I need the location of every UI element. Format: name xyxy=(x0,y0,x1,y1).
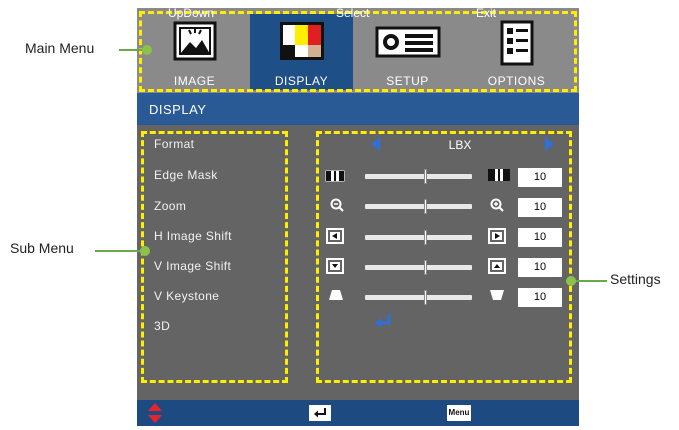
v-image-shift-value: 10 xyxy=(518,258,562,277)
submenu-item-v-image-shift[interactable]: V Image Shift xyxy=(154,259,231,273)
v-image-shift-slider[interactable] xyxy=(365,260,472,275)
edge-mask-slider[interactable] xyxy=(365,169,472,184)
page-header: DISPLAY xyxy=(137,93,579,125)
menu-key-icon: Menu xyxy=(447,405,471,421)
right-arrow-icon[interactable] xyxy=(544,137,554,151)
slider-knob[interactable] xyxy=(424,290,427,305)
main-menu-highlight xyxy=(139,11,577,92)
footer-bar xyxy=(137,400,579,426)
annotation-sub-menu: Sub Menu xyxy=(10,240,74,256)
v-keystone-slider[interactable] xyxy=(365,290,472,305)
annotation-sub-menu-line xyxy=(95,250,142,252)
v-shift-down-icon[interactable] xyxy=(326,258,344,274)
submenu-item-edge-mask[interactable]: Edge Mask xyxy=(154,168,218,182)
zoom-slider[interactable] xyxy=(365,199,472,214)
annotation-main-menu-dot xyxy=(142,45,152,55)
h-image-shift-slider[interactable] xyxy=(365,230,472,245)
submenu-item-3d[interactable]: 3D xyxy=(154,319,170,333)
edge-mask-increase-icon[interactable] xyxy=(487,168,511,182)
v-keystone-value: 10 xyxy=(518,288,562,307)
annotation-sub-menu-dot xyxy=(140,246,150,256)
slider-knob[interactable] xyxy=(424,199,427,214)
footer-select-label: Select xyxy=(336,6,370,20)
annotation-settings-dot xyxy=(566,276,576,286)
edge-mask-value: 10 xyxy=(518,168,562,187)
annotation-main-menu-line xyxy=(119,49,144,51)
left-arrow-icon[interactable] xyxy=(371,137,381,151)
keystone-increase-icon[interactable] xyxy=(489,289,505,301)
h-image-shift-value: 10 xyxy=(518,228,562,247)
annotation-settings-line xyxy=(574,280,607,282)
v-shift-up-icon[interactable] xyxy=(488,258,506,274)
slider-knob[interactable] xyxy=(424,169,427,184)
h-shift-right-icon[interactable] xyxy=(488,228,506,244)
h-shift-left-icon[interactable] xyxy=(326,228,344,244)
enter-key-icon xyxy=(309,405,331,421)
submenu-item-zoom[interactable]: Zoom xyxy=(154,199,186,213)
enter-icon[interactable] xyxy=(372,312,394,332)
edge-mask-decrease-icon[interactable] xyxy=(325,170,345,182)
slider-knob[interactable] xyxy=(424,230,427,245)
page-title: DISPLAY xyxy=(149,102,207,117)
submenu-item-format[interactable]: Format xyxy=(154,137,194,151)
footer-updown-label: UpDown xyxy=(168,6,215,20)
zoom-out-icon[interactable] xyxy=(330,198,344,212)
slider-knob[interactable] xyxy=(424,260,427,275)
keystone-decrease-icon[interactable] xyxy=(328,289,344,301)
annotation-settings: Settings xyxy=(610,271,661,287)
footer-exit-label: Exit xyxy=(476,6,497,20)
updown-arrows-icon xyxy=(148,403,162,423)
menu-key-label: Menu xyxy=(448,408,470,417)
format-value: LBX xyxy=(448,138,472,152)
zoom-in-icon[interactable] xyxy=(490,198,504,212)
zoom-value: 10 xyxy=(518,198,562,217)
submenu-item-h-image-shift[interactable]: H Image Shift xyxy=(154,229,232,243)
submenu-item-v-keystone[interactable]: V Keystone xyxy=(154,289,219,303)
annotation-main-menu: Main Menu xyxy=(25,40,95,56)
